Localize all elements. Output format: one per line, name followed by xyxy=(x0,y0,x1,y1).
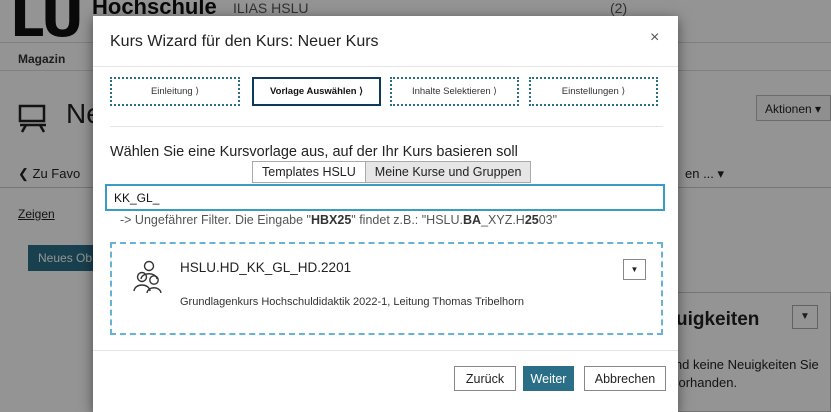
tab-templates-hslu[interactable]: Templates HSLU xyxy=(253,162,365,182)
template-search-input[interactable] xyxy=(105,184,665,211)
back-button[interactable]: Zurück xyxy=(454,366,516,391)
template-name: HSLU.HD_KK_GL_HD.2201 xyxy=(180,260,352,275)
step-inhalte-selektieren[interactable]: Inhalte Selektieren ⟩ xyxy=(390,77,519,106)
template-description: Grundlagenkurs Hochschuldidaktik 2022-1,… xyxy=(180,296,525,308)
course-wizard-dialog: Kurs Wizard für den Kurs: Neuer Kurs × E… xyxy=(93,16,678,412)
template-source-tabs: Templates HSLU Meine Kurse und Gruppen xyxy=(252,161,532,183)
step-einstellungen[interactable]: Einstellungen ⟩ xyxy=(529,77,658,106)
tab-my-courses-groups[interactable]: Meine Kurse und Gruppen xyxy=(364,162,531,182)
dialog-title: Kurs Wizard für den Kurs: Neuer Kurs xyxy=(110,33,379,50)
cancel-button[interactable]: Abbrechen xyxy=(584,366,666,391)
next-button[interactable]: Weiter xyxy=(523,366,574,391)
group-icon xyxy=(133,260,162,294)
template-result-card[interactable]: HSLU.HD_KK_GL_HD.2201 Grundlagenkurs Hoc… xyxy=(110,242,663,335)
chevron-down-icon[interactable]: ▼ xyxy=(623,259,646,280)
step-einleitung[interactable]: Einleitung ⟩ xyxy=(110,77,240,106)
close-icon[interactable]: × xyxy=(650,29,659,47)
template-prompt: Wählen Sie eine Kursvorlage aus, auf der… xyxy=(110,144,518,160)
filter-hint: -> Ungefährer Filter. Die Eingabe "HBX25… xyxy=(120,213,558,227)
step-vorlage-auswaehlen[interactable]: Vorlage Auswählen ⟩ xyxy=(252,77,381,106)
